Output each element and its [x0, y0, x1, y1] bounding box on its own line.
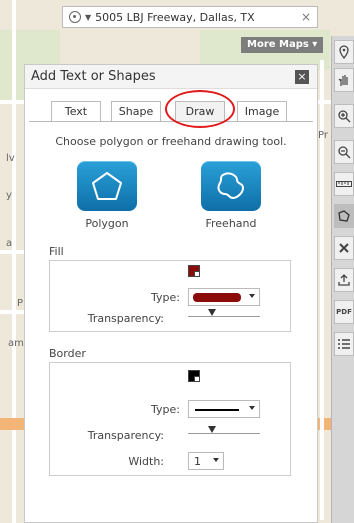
tab-text[interactable]: Text: [51, 101, 101, 121]
chevron-down-icon: [249, 406, 255, 410]
locate-icon[interactable]: [69, 11, 81, 23]
border-type-preview: [195, 409, 239, 411]
pdf-icon[interactable]: PDF: [334, 300, 354, 324]
fill-section: Type: Transparency:: [49, 260, 291, 332]
instruction-text: Choose polygon or freehand drawing tool.: [55, 135, 287, 148]
fill-color-swatch[interactable]: [188, 265, 200, 277]
more-maps-button[interactable]: More Maps ▾: [241, 37, 324, 53]
freehand-tool-button[interactable]: [201, 161, 261, 211]
border-width-label: Width:: [128, 455, 164, 468]
highlight-circle: [165, 90, 235, 128]
fill-transparency-slider[interactable]: [188, 309, 260, 319]
polygon-label: Polygon: [85, 217, 129, 230]
fill-transparency-label: Transparency:: [87, 312, 164, 325]
freehand-label: Freehand: [205, 217, 257, 230]
fill-type-select[interactable]: [188, 288, 260, 306]
caret-down-icon[interactable]: ▼: [85, 13, 91, 22]
polygon-tool-button[interactable]: [77, 161, 137, 211]
fill-section-title: Fill: [49, 245, 64, 258]
map-label: P: [17, 298, 24, 309]
measure-icon[interactable]: [334, 172, 354, 196]
address-search-bar[interactable]: ▼ 5005 LBJ Freeway, Dallas, TX ×: [62, 6, 318, 28]
border-section-title: Border: [49, 347, 86, 360]
map-label: lv: [6, 153, 15, 164]
slider-thumb[interactable]: [208, 309, 216, 316]
map-label: Pr: [318, 130, 328, 141]
legend-icon[interactable]: [334, 332, 354, 356]
tab-image[interactable]: Image: [237, 101, 287, 121]
slider-track: [188, 316, 260, 317]
map-label: am: [8, 338, 24, 349]
border-transparency-slider[interactable]: [188, 426, 260, 436]
clear-icon[interactable]: [334, 236, 354, 260]
pin-icon[interactable]: [334, 40, 354, 64]
fill-type-preview: [193, 293, 241, 302]
slider-thumb[interactable]: [208, 426, 216, 433]
zoom-in-icon[interactable]: [334, 104, 354, 128]
clear-address-button[interactable]: ×: [301, 10, 311, 24]
map-toolbar: PDF: [331, 36, 354, 523]
polygon-icon: [92, 172, 122, 200]
chevron-down-icon: [249, 294, 255, 298]
freehand-icon: [217, 172, 244, 199]
map-label: y: [6, 190, 12, 201]
share-icon[interactable]: [334, 268, 354, 292]
dialog-header: Add Text or Shapes ×: [25, 65, 317, 89]
border-width-select[interactable]: 1: [188, 452, 224, 470]
add-text-shapes-dialog: Add Text or Shapes × Text Shape Draw Ima…: [24, 64, 318, 523]
zoom-out-icon[interactable]: [334, 140, 354, 164]
fill-type-label: Type:: [151, 291, 180, 304]
slider-track: [188, 433, 260, 434]
address-value[interactable]: 5005 LBJ Freeway, Dallas, TX: [95, 11, 301, 24]
pdf-label: PDF: [336, 308, 352, 316]
border-section: Type: Transparency: Width: 1: [49, 362, 291, 476]
border-width-value: 1: [194, 455, 201, 468]
border-color-swatch[interactable]: [188, 370, 200, 382]
tab-shape[interactable]: Shape: [111, 101, 161, 121]
chevron-down-icon: [213, 458, 219, 462]
map-label: a: [6, 238, 13, 249]
pan-hand-icon[interactable]: [334, 68, 354, 92]
tab-divider: [29, 121, 313, 122]
border-type-label: Type:: [151, 403, 180, 416]
dialog-title: Add Text or Shapes: [31, 69, 156, 84]
border-type-select[interactable]: [188, 400, 260, 418]
border-transparency-label: Transparency:: [87, 429, 164, 442]
draw-icon[interactable]: [334, 204, 354, 228]
close-button[interactable]: ×: [295, 70, 309, 84]
